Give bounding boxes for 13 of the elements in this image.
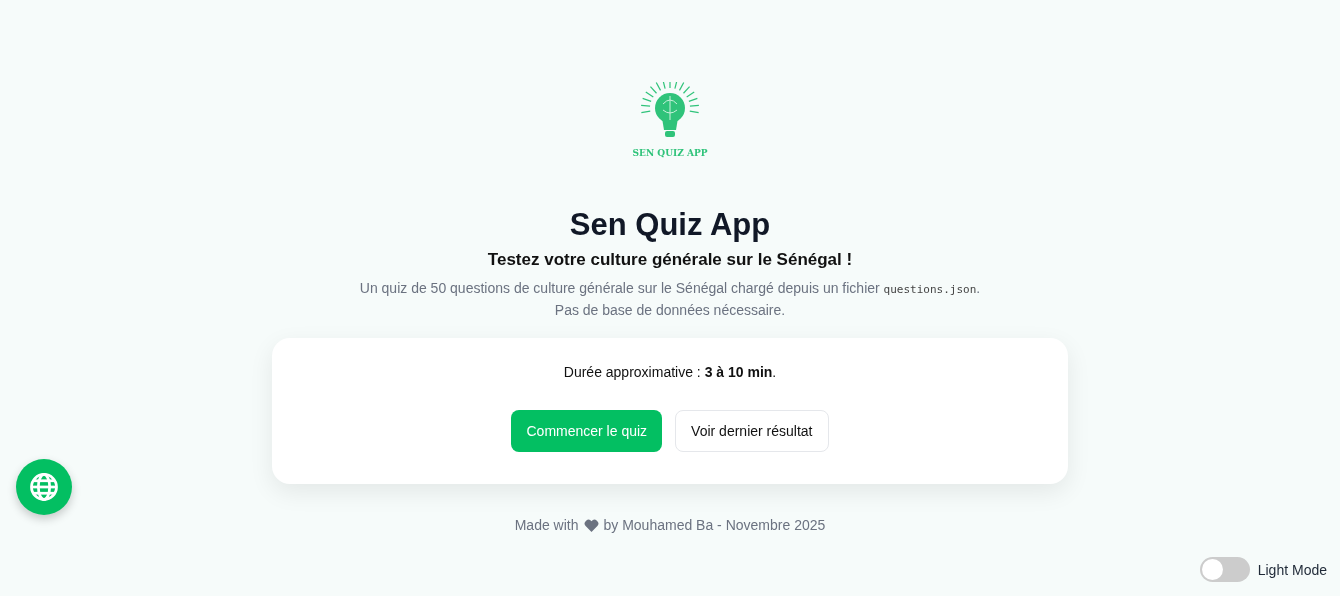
footer-text: by Mouhamed Ba - Novembre 2025 bbox=[603, 517, 826, 533]
last-result-button[interactable]: Voir dernier résultat bbox=[675, 410, 829, 452]
logo-text: SEN QUIZ APP bbox=[632, 148, 708, 158]
app-subtitle: Testez votre culture générale sur le Sénégal ! bbox=[487, 250, 853, 270]
globe-icon bbox=[29, 472, 59, 502]
heart-icon bbox=[583, 518, 599, 532]
language-button[interactable] bbox=[16, 459, 72, 515]
app-title: Sen Quiz App bbox=[569, 206, 771, 244]
footer-text: Made with bbox=[514, 517, 579, 533]
theme-label: Light Mode bbox=[1257, 561, 1327, 578]
theme-toggle[interactable] bbox=[1199, 557, 1250, 582]
description-text: Un quiz de 50 questions de culture générale sur le Sénégal chargé depuis un fichier questions.json. Pas de base de données nécessaire. bbox=[359, 279, 981, 320]
duration-text: Durée approximative : 3 à 10 min. bbox=[563, 364, 777, 380]
